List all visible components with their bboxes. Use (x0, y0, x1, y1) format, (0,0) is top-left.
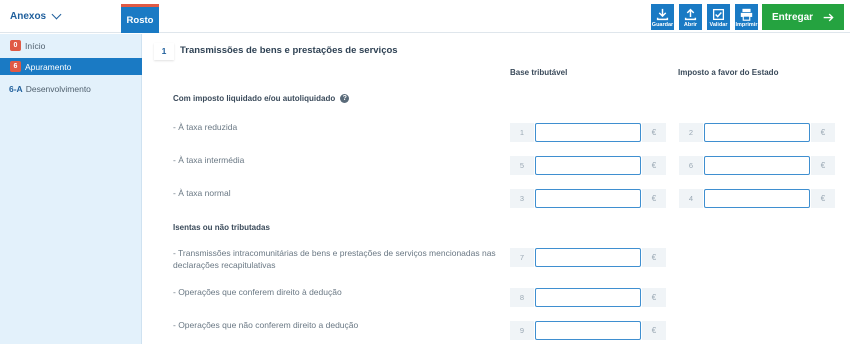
error-count-badge: 6 (10, 61, 21, 72)
field-number: 2 (679, 123, 703, 142)
imprimir-label: Imprimir (735, 22, 758, 28)
group-heading-label: Com imposto liquidado e/ou autoliquidado (173, 94, 336, 103)
tab-rosto[interactable]: Rosto (121, 4, 159, 33)
section-title: Transmissões de bens e prestações de ser… (180, 45, 398, 56)
currency-label: € (642, 123, 666, 142)
sidebar-item-inicio[interactable]: 0 Início (0, 37, 142, 54)
check-icon (712, 8, 725, 21)
upload-icon (684, 8, 697, 21)
guardar-button[interactable]: Guardar (651, 4, 674, 30)
field-number: 3 (510, 189, 534, 208)
guardar-label: Guardar (651, 22, 674, 28)
annex-code: 6-A (9, 83, 23, 94)
help-icon[interactable]: ? (340, 94, 350, 103)
currency-label: € (811, 156, 835, 175)
row-label-intracomunitarias: - Transmissões intracomunitárias de bens… (173, 248, 496, 270)
currency-label: € (642, 321, 666, 340)
tab-rosto-label: Rosto (126, 14, 154, 26)
row-label-taxa-reduzida: - À taxa reduzida (173, 122, 238, 132)
chevron-down-icon (51, 9, 62, 20)
base-input-7[interactable] (535, 248, 641, 267)
currency-label: € (811, 123, 835, 142)
currency-label: € (811, 189, 835, 208)
row-label-taxa-normal: - À taxa normal (173, 188, 231, 198)
entregar-button[interactable]: Entregar (762, 4, 844, 30)
abrir-label: Abrir (683, 22, 698, 28)
sidebar-item-apuramento[interactable]: 6 Apuramento (0, 58, 142, 75)
base-input-9[interactable] (535, 321, 641, 340)
field-number: 6 (679, 156, 703, 175)
form-main: 1 Transmissões de bens e prestações de s… (143, 34, 850, 344)
validar-label: Validar (709, 22, 728, 28)
group-heading-isentas: Isentas ou não tributadas (173, 223, 270, 232)
printer-icon (740, 8, 753, 21)
sidebar-item-label: Desenvolvimento (25, 83, 91, 94)
entregar-label: Entregar (771, 11, 814, 23)
base-input-1[interactable] (535, 123, 641, 142)
group-heading-liquidado: Com imposto liquidado e/ou autoliquidado… (173, 94, 350, 103)
field-number: 7 (510, 248, 534, 267)
currency-label: € (642, 189, 666, 208)
imposto-input-4[interactable] (704, 189, 810, 208)
row-label-direito-deducao: - Operações que conferem direito à deduç… (173, 287, 342, 297)
sidebar-item-desenvolvimento[interactable]: 6-A Desenvolvimento (0, 80, 142, 97)
field-number: 9 (510, 321, 534, 340)
validar-button[interactable]: Validar (707, 4, 730, 30)
base-input-5[interactable] (535, 156, 641, 175)
column-header-base: Base tributável (510, 68, 568, 77)
imposto-input-6[interactable] (704, 156, 810, 175)
field-number: 4 (679, 189, 703, 208)
base-input-3[interactable] (535, 189, 641, 208)
group-heading-label: Isentas ou não tributadas (173, 223, 270, 232)
row-label-taxa-intermedia: - À taxa intermédia (173, 155, 245, 165)
imposto-input-2[interactable] (704, 123, 810, 142)
abrir-button[interactable]: Abrir (679, 4, 702, 30)
row-label-sem-direito-deducao: - Operações que não conferem direito a d… (173, 320, 359, 330)
error-count-badge: 0 (10, 40, 21, 51)
base-input-8[interactable] (535, 288, 641, 307)
field-number: 1 (510, 123, 534, 142)
field-number: 5 (510, 156, 534, 175)
anexos-label: Anexos (10, 11, 47, 22)
field-number: 8 (510, 288, 534, 307)
download-icon (656, 8, 669, 21)
currency-label: € (642, 288, 666, 307)
arrow-right-icon (823, 13, 834, 21)
anexos-dropdown[interactable]: Anexos (10, 9, 62, 22)
sidebar-item-label: Início (25, 40, 46, 51)
currency-label: € (642, 248, 666, 267)
imprimir-button[interactable]: Imprimir (735, 4, 758, 30)
column-header-imposto: Imposto a favor do Estado (678, 68, 779, 77)
section-number: 1 (154, 43, 174, 60)
sidebar-item-label: Apuramento (25, 61, 72, 72)
sidebar: 0 Início 6 Apuramento 6-A Desenvolviment… (0, 34, 142, 344)
currency-label: € (642, 156, 666, 175)
top-bar: Anexos Rosto Guardar Abrir Validar Impri… (0, 0, 850, 33)
